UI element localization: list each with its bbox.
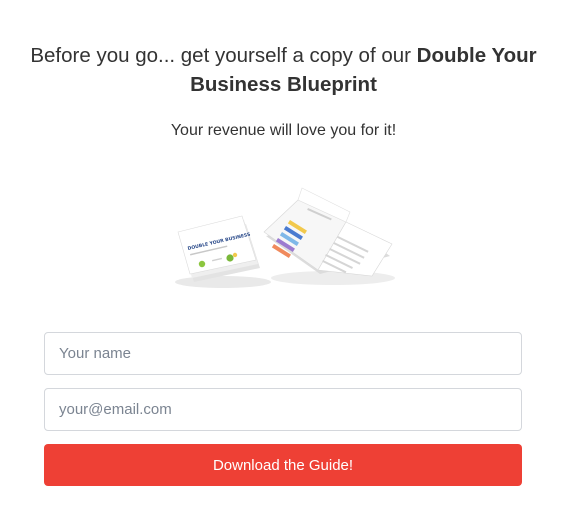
- email-input[interactable]: [44, 388, 522, 431]
- closed-books: DOUBLE YOUR BUSINESS: [177, 215, 260, 282]
- headline: Before you go... get yourself a copy of …: [30, 41, 537, 99]
- open-book: [263, 187, 393, 277]
- exit-intent-optin: Before you go... get yourself a copy of …: [0, 0, 567, 523]
- download-guide-button[interactable]: Download the Guide!: [44, 444, 522, 486]
- headline-text: Before you go... get yourself a copy of …: [30, 44, 417, 67]
- blueprint-book-image: DOUBLE YOUR BUSINESS: [175, 187, 395, 288]
- subheadline: Your revenue will love you for it!: [170, 122, 397, 139]
- name-input[interactable]: [44, 332, 522, 375]
